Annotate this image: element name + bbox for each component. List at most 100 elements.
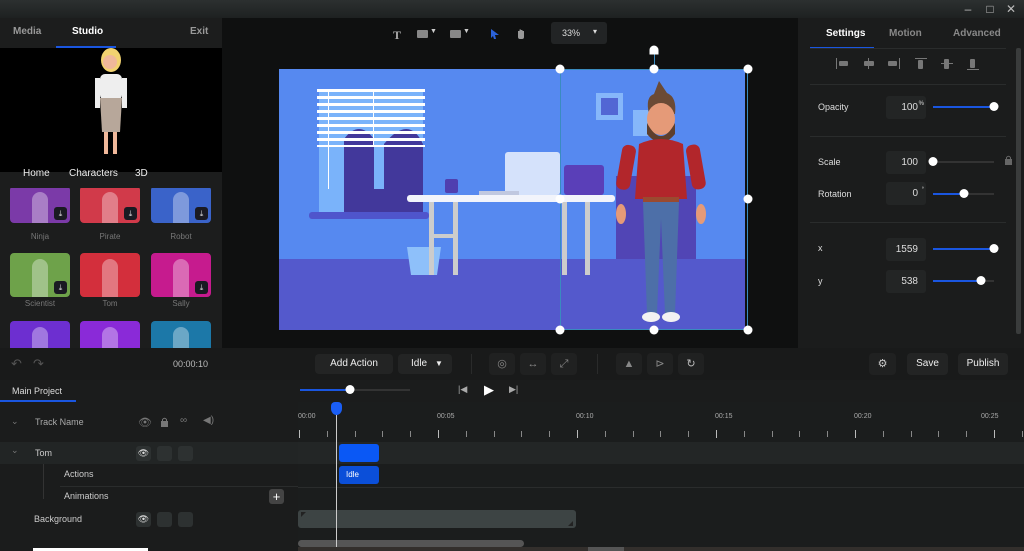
zoom-select[interactable]: 33% ▾ [551,22,607,44]
category-tab-home[interactable]: Home [23,168,50,179]
character-clip[interactable] [339,444,379,462]
download-icon[interactable]: ⤓ [195,207,208,220]
track-row-tom[interactable]: ⌄ Tom 👁 [0,442,298,464]
tab-advanced[interactable]: Advanced [953,28,1001,39]
select-pointer-icon[interactable] [490,28,500,40]
time-ruler[interactable]: 00:00 00:05 00:10 00:15 00:20 00:25 [298,402,1024,442]
visibility-toggle-icon[interactable]: 👁 [136,446,151,461]
track-name[interactable]: Animations [64,491,109,501]
download-icon[interactable]: ⤓ [54,207,67,220]
shape-dropdown-icon[interactable]: ▼ [430,28,437,35]
lock-header-icon[interactable] [160,417,169,427]
character-card-man[interactable] [151,321,211,348]
reset-rotation-icon[interactable]: ↻ [678,353,704,375]
download-icon[interactable]: ⤓ [124,207,137,220]
settings-gear-icon[interactable]: ⚙ [869,353,896,375]
play-icon[interactable]: ▶ [484,382,494,398]
resize-handle-t[interactable] [649,64,659,74]
resize-handle-b[interactable] [649,325,659,335]
bottom-scrollbar-thumb[interactable] [588,547,624,551]
skip-back-icon[interactable]: |◀ [458,384,467,395]
flip-horizontal-icon[interactable]: ↔ [520,353,546,375]
tab-main-project[interactable]: Main Project [12,386,62,396]
lock-icon[interactable] [1004,155,1013,165]
slider-knob[interactable] [989,102,999,111]
binoculars-header-icon[interactable]: ∞ [180,415,187,426]
rotation-input[interactable]: 0 ° [886,182,926,205]
slider-knob[interactable] [928,157,938,166]
image-tool-icon[interactable] [450,30,461,38]
redo-icon[interactable]: ↷ [33,356,44,372]
chevron-down-icon[interactable]: ⌄ [11,445,19,456]
align-middle-v-icon[interactable] [941,58,953,70]
resize-handle-bl[interactable] [555,325,565,335]
align-center-h-icon[interactable] [863,58,875,69]
category-tab-characters[interactable]: Characters [69,168,118,179]
solo-toggle[interactable] [178,512,193,527]
add-animation-button[interactable]: + [269,489,284,504]
tom-character[interactable] [609,79,709,329]
download-icon[interactable]: ⤓ [54,281,67,294]
volume-header-icon[interactable]: ◀) [203,415,214,426]
character-card-astronaut[interactable] [10,321,70,348]
maximize-button[interactable]: □ [982,2,998,16]
align-top-icon[interactable] [915,58,927,70]
image-dropdown-icon[interactable]: ▼ [463,28,470,35]
opacity-slider[interactable] [933,102,999,111]
rotate-handle[interactable] [649,45,659,55]
tab-settings[interactable]: Settings [826,28,865,39]
character-card-girl[interactable] [80,321,140,348]
tab-media[interactable]: Media [13,26,41,37]
x-input[interactable]: 1559 [886,238,926,261]
action-clip-idle[interactable]: Idle [339,466,379,484]
character-card-ninja[interactable]: ⤓ [10,188,70,223]
track-name[interactable]: Actions [64,469,94,479]
scale-input[interactable]: 100 [886,151,926,174]
y-input[interactable]: 538 [886,270,926,293]
character-card-pirate[interactable]: ⤓ [80,188,140,223]
playhead-handle[interactable] [331,402,342,415]
solo-toggle[interactable] [178,446,193,461]
expand-icon[interactable]: ⤢ [551,353,577,375]
slider-knob[interactable] [989,244,999,253]
slider-knob[interactable] [959,189,968,198]
publish-button[interactable]: Publish [958,353,1008,375]
y-slider[interactable] [933,276,994,285]
minimize-button[interactable]: – [960,2,976,16]
visibility-toggle-icon[interactable]: 👁 [136,512,151,527]
tab-motion[interactable]: Motion [889,28,922,39]
action-select[interactable]: Idle ▼ [398,354,452,374]
hand-tool-icon[interactable] [516,28,526,40]
align-bottom-icon[interactable] [967,58,979,70]
timeline-scrollbar[interactable] [298,540,524,547]
visibility-header-icon[interactable]: 👁 [138,416,152,429]
lock-toggle[interactable] [157,512,172,527]
skip-forward-icon[interactable]: ▶| [509,384,518,395]
properties-scrollbar[interactable] [1016,48,1021,334]
background-clip[interactable] [298,510,576,528]
lock-toggle[interactable] [157,446,172,461]
align-objects-icon[interactable]: ⊳ [647,353,673,375]
resize-handle-br[interactable] [743,325,753,335]
close-button[interactable]: ✕ [1003,2,1019,16]
resize-handle-tl[interactable] [555,64,565,74]
undo-icon[interactable]: ↶ [11,356,22,372]
character-card-tom[interactable] [80,253,140,297]
clip-start-handle[interactable] [301,512,306,517]
shape-tool-icon[interactable] [417,30,428,38]
clip-end-handle[interactable] [568,521,573,526]
align-left-icon[interactable] [836,58,848,69]
align-right-icon[interactable] [888,58,900,69]
target-icon[interactable]: ◎ [489,353,515,375]
character-card-robot[interactable]: ⤓ [151,188,211,223]
chevron-down-icon[interactable]: ⌄ [11,416,19,427]
resize-handle-l[interactable] [555,194,565,204]
scene-canvas[interactable] [279,69,745,330]
text-tool-icon[interactable]: T [393,28,401,43]
opacity-input[interactable]: 100% [886,96,926,119]
character-card-sally[interactable]: ⤓ [151,253,211,297]
slider-knob[interactable] [976,276,986,285]
save-button[interactable]: Save [907,353,948,375]
category-tab-3d[interactable]: 3D [135,168,148,179]
resize-handle-r[interactable] [743,194,753,204]
